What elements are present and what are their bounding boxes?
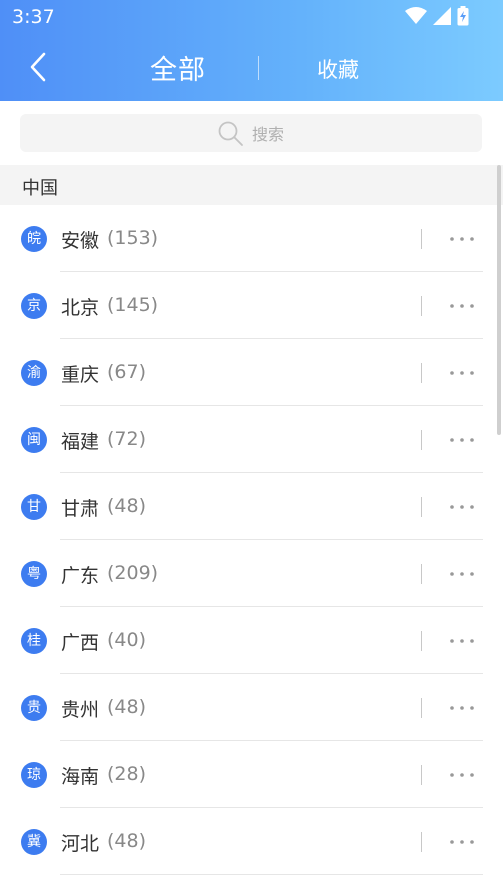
row-divider bbox=[421, 765, 422, 785]
province-name: 海南 bbox=[61, 766, 100, 788]
province-count: (209) bbox=[107, 562, 159, 584]
province-list: 皖 安徽 (153) 京 北京 (145) 渝 重庆 (67) 闽 福建 (72… bbox=[0, 205, 503, 875]
section-header: 中国 bbox=[0, 165, 503, 205]
more-horizontal-icon bbox=[450, 304, 474, 308]
list-item[interactable]: 渝 重庆 (67) bbox=[0, 339, 503, 406]
section-label: 中国 bbox=[22, 178, 58, 199]
row-divider bbox=[421, 832, 422, 852]
list-item[interactable]: 皖 安徽 (153) bbox=[0, 205, 503, 272]
more-horizontal-icon bbox=[450, 639, 474, 643]
more-button[interactable] bbox=[447, 296, 477, 316]
province-count: (28) bbox=[107, 763, 147, 785]
status-icons bbox=[405, 6, 469, 26]
province-abbr-badge: 皖 bbox=[21, 226, 47, 252]
more-button[interactable] bbox=[447, 631, 477, 651]
chevron-left-icon bbox=[30, 52, 46, 82]
list-item[interactable]: 冀 河北 (48) bbox=[0, 808, 503, 875]
wifi-icon bbox=[405, 7, 427, 24]
row-divider bbox=[421, 631, 422, 651]
more-button[interactable] bbox=[447, 229, 477, 249]
search-input[interactable] bbox=[250, 121, 454, 147]
province-name: 贵州 bbox=[61, 699, 100, 721]
search-icon bbox=[218, 121, 243, 146]
province-name: 甘肃 bbox=[61, 498, 100, 520]
app-header: 3:37 全部 收藏 bbox=[0, 0, 503, 101]
more-button[interactable] bbox=[447, 363, 477, 383]
more-horizontal-icon bbox=[450, 773, 474, 777]
province-count: (72) bbox=[107, 428, 147, 450]
province-abbr-badge: 冀 bbox=[21, 829, 47, 855]
more-horizontal-icon bbox=[450, 706, 474, 710]
list-item[interactable]: 京 北京 (145) bbox=[0, 272, 503, 339]
province-abbr-badge: 渝 bbox=[21, 360, 47, 386]
province-count: (48) bbox=[107, 830, 147, 852]
province-abbr-badge: 闽 bbox=[21, 427, 47, 453]
tab-favorites[interactable]: 收藏 bbox=[317, 54, 359, 84]
row-divider bbox=[421, 430, 422, 450]
row-divider bbox=[421, 497, 422, 517]
row-divider bbox=[421, 296, 422, 316]
province-count: (48) bbox=[107, 696, 147, 718]
more-horizontal-icon bbox=[450, 840, 474, 844]
tab-divider bbox=[258, 56, 259, 80]
province-abbr-badge: 京 bbox=[21, 293, 47, 319]
list-item[interactable]: 贵 贵州 (48) bbox=[0, 674, 503, 741]
more-horizontal-icon bbox=[450, 371, 474, 375]
list-item[interactable]: 闽 福建 (72) bbox=[0, 406, 503, 473]
more-button[interactable] bbox=[447, 698, 477, 718]
province-name: 重庆 bbox=[61, 364, 100, 386]
row-divider bbox=[421, 698, 422, 718]
more-horizontal-icon bbox=[450, 438, 474, 442]
tab-all[interactable]: 全部 bbox=[150, 48, 206, 87]
province-count: (40) bbox=[107, 629, 147, 651]
province-name: 广东 bbox=[61, 565, 100, 587]
province-abbr-badge: 桂 bbox=[21, 628, 47, 654]
signal-icon bbox=[433, 7, 451, 25]
province-name: 福建 bbox=[61, 431, 100, 453]
list-item[interactable]: 甘 甘肃 (48) bbox=[0, 473, 503, 540]
list-item[interactable]: 琼 海南 (28) bbox=[0, 741, 503, 808]
province-name: 河北 bbox=[61, 833, 100, 855]
province-count: (48) bbox=[107, 495, 147, 517]
province-abbr-badge: 粤 bbox=[21, 561, 47, 587]
province-name: 广西 bbox=[61, 632, 100, 654]
scrollbar[interactable] bbox=[497, 165, 501, 435]
more-button[interactable] bbox=[447, 497, 477, 517]
province-count: (153) bbox=[107, 227, 159, 249]
battery-charging-icon bbox=[457, 6, 469, 26]
list-item[interactable]: 粤 广东 (209) bbox=[0, 540, 503, 607]
row-divider bbox=[421, 229, 422, 249]
province-count: (145) bbox=[107, 294, 159, 316]
more-horizontal-icon bbox=[450, 237, 474, 241]
search-bar[interactable] bbox=[20, 114, 482, 152]
province-name: 安徽 bbox=[61, 230, 100, 252]
status-time: 3:37 bbox=[12, 6, 55, 28]
row-separator bbox=[60, 874, 483, 875]
more-button[interactable] bbox=[447, 430, 477, 450]
list-item[interactable]: 桂 广西 (40) bbox=[0, 607, 503, 674]
more-horizontal-icon bbox=[450, 572, 474, 576]
province-count: (67) bbox=[107, 361, 147, 383]
province-abbr-badge: 甘 bbox=[21, 494, 47, 520]
province-name: 北京 bbox=[61, 297, 100, 319]
row-divider bbox=[421, 564, 422, 584]
more-button[interactable] bbox=[447, 832, 477, 852]
more-button[interactable] bbox=[447, 765, 477, 785]
province-abbr-badge: 贵 bbox=[21, 695, 47, 721]
province-abbr-badge: 琼 bbox=[21, 762, 47, 788]
back-button[interactable] bbox=[22, 46, 58, 88]
row-divider bbox=[421, 363, 422, 383]
more-horizontal-icon bbox=[450, 505, 474, 509]
more-button[interactable] bbox=[447, 564, 477, 584]
